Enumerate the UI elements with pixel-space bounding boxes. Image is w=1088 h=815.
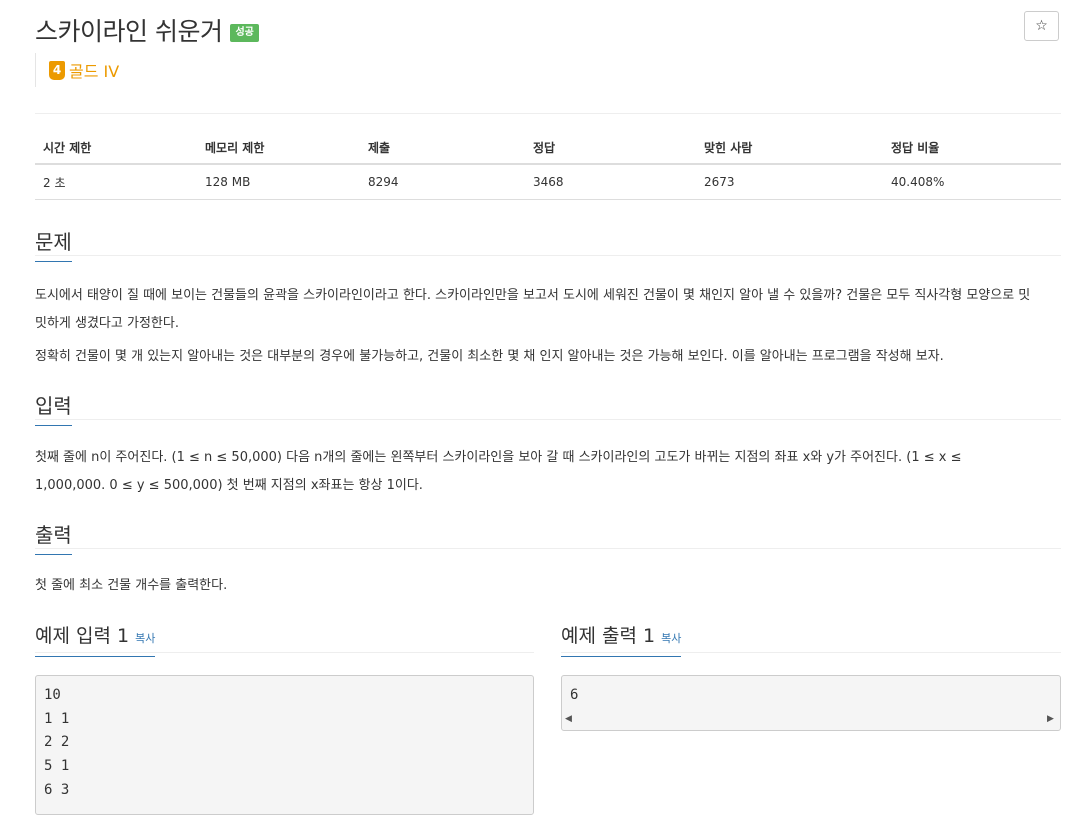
scroll-left-icon[interactable]: ◀ (565, 714, 572, 724)
problem-paragraph: 정확히 건물이 몇 개 있는지 알아내는 것은 대부분의 경우에 불가능하고, … (35, 349, 944, 364)
table-header-row: 시간 제한 메모리 제한 제출 정답 맞힌 사람 정답 비율 (35, 131, 1061, 165)
sample-output-line: 6 (570, 687, 579, 703)
page-title: 스카이라인 쉬운거 (35, 17, 223, 46)
cell-ratio: 40.408% (883, 164, 1061, 200)
sample-output-box[interactable]: 6 (561, 675, 1061, 731)
table-row: 2 초 128 MB 8294 3468 2673 40.408% (35, 164, 1061, 200)
sample-input-label: 예제 입력 1 (35, 625, 130, 647)
cell-submissions[interactable]: 8294 (360, 164, 525, 200)
copy-output-button[interactable]: 복사 (661, 632, 681, 645)
star-button[interactable]: ☆ (1024, 11, 1059, 41)
problem-paragraph: 도시에서 태양이 질 때에 보이는 건물들의 윤곽을 스카이라인이라고 한다. … (35, 288, 1031, 331)
header-time-limit: 시간 제한 (35, 131, 197, 165)
section-title-input: 입력 (35, 390, 72, 426)
problem-info-table: 시간 제한 메모리 제한 제출 정답 맞힌 사람 정답 비율 2 초 128 M… (35, 131, 1061, 200)
cell-memory-limit: 128 MB (197, 164, 360, 200)
section-divider (35, 419, 1061, 420)
cell-solvers[interactable]: 2673 (696, 164, 883, 200)
output-description: 첫 줄에 최소 건물 개수를 출력한다. (35, 578, 228, 593)
sample-input-line: 6 3 (44, 781, 70, 798)
section-divider (35, 548, 1061, 549)
problem-title-row: 스카이라인 쉬운거 성공 (35, 12, 259, 48)
star-icon: ☆ (1035, 18, 1048, 34)
cell-time-limit: 2 초 (35, 164, 197, 200)
tier-icon: 4 (49, 60, 65, 80)
tier-info: 4 골드 IV (35, 53, 119, 87)
scroll-right-icon[interactable]: ▶ (1047, 714, 1054, 724)
divider (35, 113, 1061, 114)
cell-accepted: 3468 (525, 164, 696, 200)
sample-input-line: 2 2 (44, 734, 70, 751)
sample-input-box[interactable]: 10 1 1 2 2 5 1 6 3 (35, 675, 534, 815)
section-title-output: 출력 (35, 519, 72, 555)
header-solvers: 맞힌 사람 (696, 131, 883, 165)
header-ratio: 정답 비율 (883, 131, 1061, 165)
sample-output-label: 예제 출력 1 (561, 625, 656, 647)
section-title-problem: 문제 (35, 226, 72, 262)
sample-input-line: 10 (44, 687, 61, 703)
section-divider (35, 652, 534, 653)
header-memory-limit: 메모리 제한 (197, 131, 360, 165)
tier-label[interactable]: 골드 IV (69, 58, 119, 82)
input-description: 첫째 줄에 n이 주어진다. (1 ≤ n ≤ 50,000) 다음 n개의 줄… (35, 450, 962, 493)
section-divider (561, 652, 1061, 653)
header-accepted: 정답 (525, 131, 696, 165)
sample-input-line: 5 1 (44, 758, 70, 775)
status-badge: 성공 (230, 24, 259, 42)
sample-input-line: 1 1 (44, 710, 70, 727)
header-submissions: 제출 (360, 131, 525, 165)
section-divider (35, 255, 1061, 256)
copy-input-button[interactable]: 복사 (135, 632, 155, 645)
